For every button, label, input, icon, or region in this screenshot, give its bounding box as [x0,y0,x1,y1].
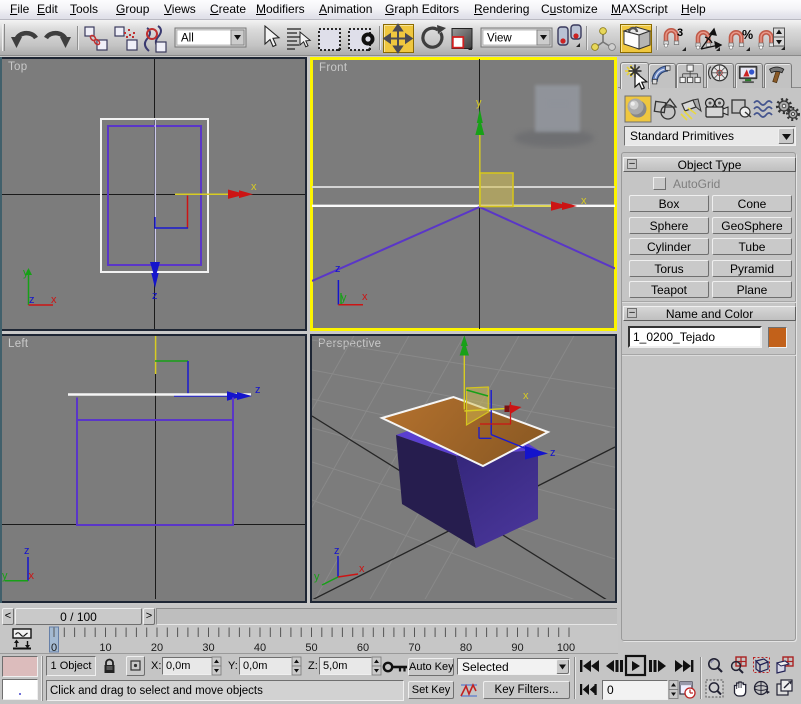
svg-text:z: z [335,263,341,275]
svg-text:x: x [362,291,368,303]
svg-text:z: z [255,384,261,396]
svg-text:60: 60 [357,642,369,654]
svg-text:x: x [29,570,35,582]
svg-text:z: z [550,447,556,459]
svg-text:y: y [341,292,347,304]
svg-text:%: % [742,28,753,42]
svg-text:x: x [51,294,57,306]
svg-text:All: All [181,33,194,45]
svg-text:40: 40 [254,642,266,654]
svg-text:z: z [24,545,30,557]
svg-text:y: y [23,267,29,279]
svg-text:90: 90 [511,642,523,654]
svg-text:20: 20 [151,642,163,654]
svg-text:3: 3 [677,27,683,39]
svg-text:z: z [152,290,158,302]
svg-text:z: z [334,545,340,557]
svg-text:View: View [487,33,512,45]
svg-text:10: 10 [99,642,111,654]
svg-text:x: x [359,563,365,575]
svg-text:x: x [581,195,587,207]
svg-text:y: y [314,571,320,583]
svg-text:y: y [2,570,8,582]
svg-text:50: 50 [305,642,317,654]
svg-text:100: 100 [557,642,575,654]
svg-text:x: x [523,390,529,402]
svg-text:30: 30 [202,642,214,654]
svg-text:y: y [476,97,482,109]
svg-text:x: x [251,181,257,193]
svg-text:70: 70 [408,642,420,654]
svg-text:z: z [29,294,35,306]
svg-text:80: 80 [460,642,472,654]
svg-text:0: 0 [51,642,57,654]
